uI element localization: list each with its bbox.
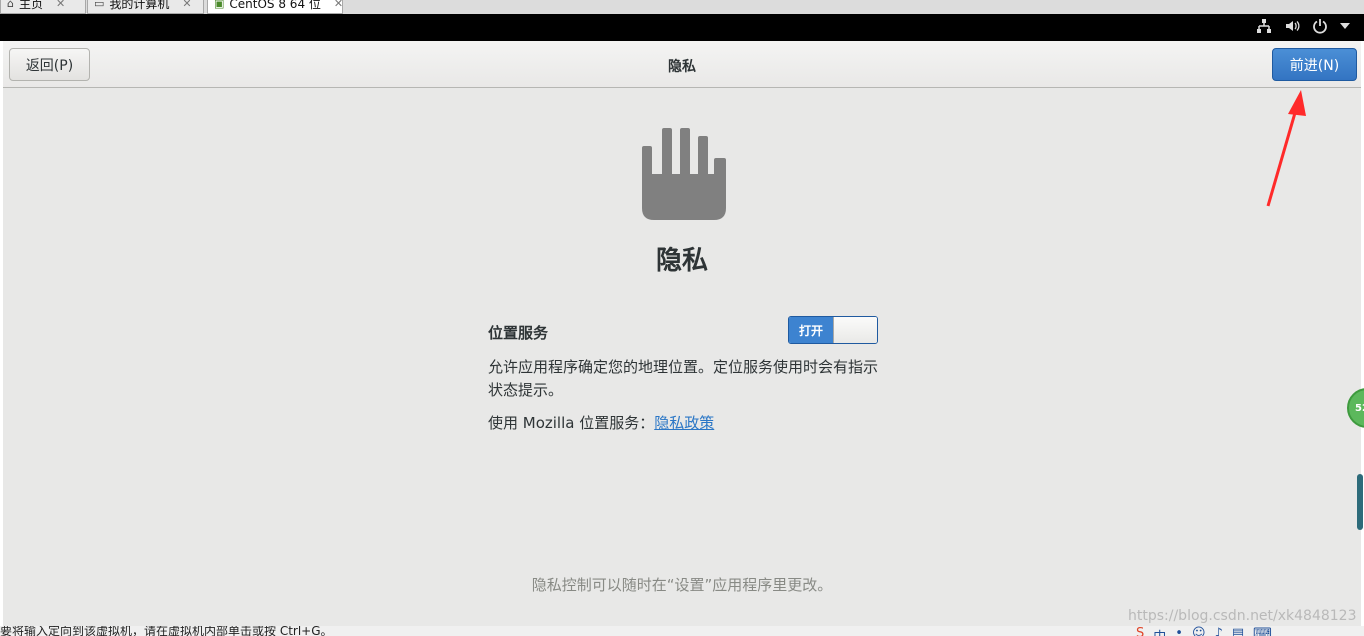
mozilla-line: 使用 Mozilla 位置服务：隐私政策 [488, 412, 714, 433]
taskbar-tray: S 中 • ☺ ♪ ▤ ⌨ [1136, 626, 1272, 636]
vm-status-hint: 要将输入定向到该虚拟机，请在虚拟机内部单击或按 Ctrl+G。 [0, 626, 333, 636]
vm-tab-computer[interactable]: ▭ 我的计算机 ✕ [87, 0, 204, 14]
privacy-policy-link[interactable]: 隐私政策 [654, 414, 714, 432]
footer-note: 隐私控制可以随时在“设置”应用程序里更改。 [531, 576, 833, 594]
close-icon[interactable]: ✕ [182, 0, 191, 13]
watermark: https://blog.csdn.net/xk4848123 [1128, 608, 1357, 624]
home-icon: ⌂ [7, 0, 14, 10]
page-heading: 隐私 [655, 246, 708, 276]
toggle-knob[interactable] [833, 317, 877, 343]
vm-tab-centos[interactable]: ▣ CentOS 8 64 位 ✕ [207, 0, 343, 14]
location-description: 允许应用程序确定您的地理位置。定位服务使用时会有指示状态提示。 [488, 358, 879, 399]
next-button[interactable]: 前进(N) [1272, 48, 1357, 81]
power-icon[interactable] [1312, 18, 1328, 34]
vm-icon: ▣ [214, 0, 225, 10]
punctuation-icon[interactable]: • [1175, 626, 1183, 636]
ime-icon[interactable]: S [1136, 626, 1144, 636]
emoji-icon[interactable]: ☺ [1192, 626, 1206, 636]
location-services-toggle[interactable]: 打开 [788, 316, 878, 344]
close-icon[interactable]: ✕ [56, 0, 65, 13]
badge-value: 52 [1355, 403, 1364, 414]
keyboard-icon[interactable]: ⌨ [1253, 626, 1272, 636]
location-services-label: 位置服务 [488, 324, 549, 342]
vm-tab-label: 我的计算机 [109, 0, 170, 11]
system-top-bar [0, 14, 1364, 41]
chevron-down-icon[interactable] [1340, 22, 1350, 30]
ime-mode-icon[interactable]: 中 [1153, 626, 1166, 636]
header-title: 隐私 [668, 59, 696, 75]
toggle-on-label: 打开 [789, 317, 833, 343]
vm-tab-label: 主页 [18, 0, 43, 11]
window-header-bar: 返回(P) 隐私 前进(N) [3, 41, 1361, 88]
computer-icon: ▭ [94, 0, 105, 10]
clipboard-icon[interactable]: ▤ [1232, 626, 1244, 636]
system-tray[interactable] [1256, 18, 1350, 34]
microphone-icon[interactable]: ♪ [1215, 626, 1223, 636]
privacy-page: 隐私 位置服务 打开 允许应用程序确定您的地理位置。定位服务使用时会有指示状态提… [3, 88, 1361, 626]
vm-tab-strip: ⌂ 主页 ✕ ▭ 我的计算机 ✕ ▣ CentOS 8 64 位 ✕ [0, 0, 1364, 14]
close-icon[interactable]: ✕ [334, 0, 343, 13]
network-icon[interactable] [1256, 18, 1272, 34]
volume-icon[interactable] [1284, 18, 1300, 34]
hand-stop-icon [642, 128, 726, 220]
vm-tab-home[interactable]: ⌂ 主页 ✕ [0, 0, 86, 14]
side-scroll-handle[interactable] [1357, 474, 1363, 530]
vm-tab-label: CentOS 8 64 位 [229, 0, 321, 11]
mozilla-text: 使用 Mozilla 位置服务： [488, 414, 655, 432]
